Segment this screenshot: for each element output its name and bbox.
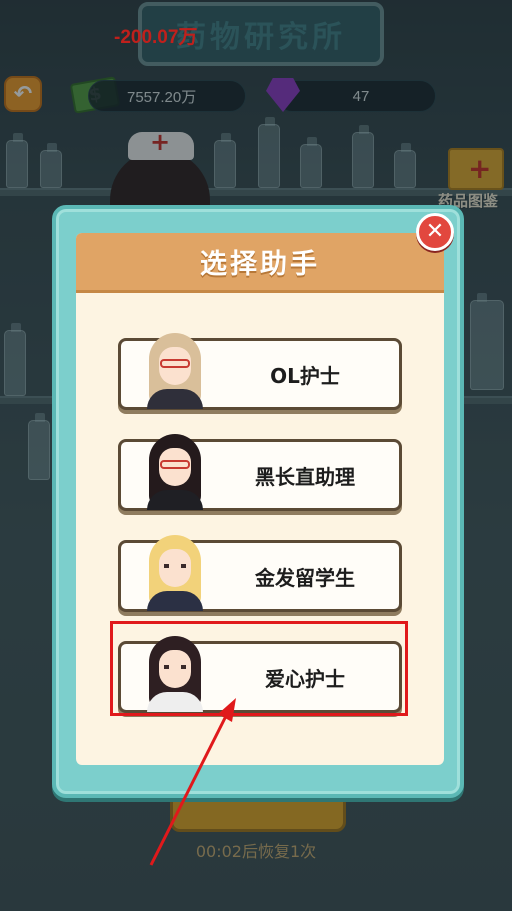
- ol-nurse-avatar: [139, 329, 209, 409]
- assistant-option-blonde-student[interactable]: 金发留学生: [118, 535, 402, 612]
- close-dialog-button[interactable]: ✕: [416, 213, 454, 251]
- assistant-option-ol-nurse[interactable]: OL护士: [118, 333, 402, 410]
- assistant-option-black-hair-assistant[interactable]: 黑长直助理: [118, 434, 402, 511]
- highlight-box: [110, 621, 408, 716]
- assistant-option-label: OL护士: [270, 363, 340, 388]
- dialog-title: 选择助手: [200, 249, 320, 280]
- assistant-option-label: 金发留学生: [255, 565, 355, 590]
- cost-popup-text: -200.07万: [114, 27, 198, 48]
- assistant-option-label: 黑长直助理: [255, 464, 355, 489]
- blonde-student-avatar: [139, 531, 209, 611]
- black-hair-assistant-avatar: [139, 430, 209, 510]
- dialog-title-bar: 选择助手: [76, 233, 444, 293]
- close-icon: ✕: [425, 219, 445, 244]
